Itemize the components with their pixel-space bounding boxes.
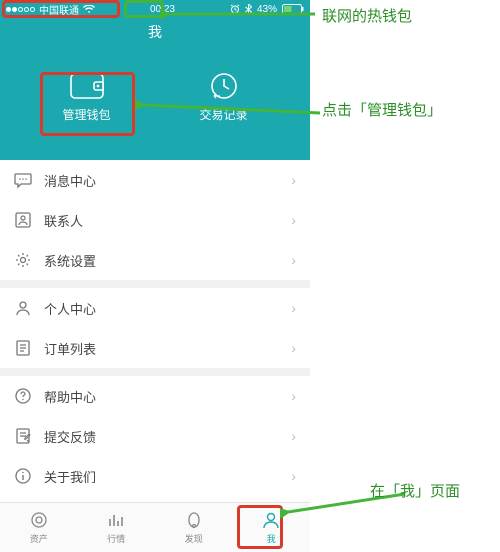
list-icon xyxy=(14,339,32,357)
tab-label: 发现 xyxy=(185,532,203,545)
tab-label: 我 xyxy=(267,532,276,545)
menu-label: 个人中心 xyxy=(44,299,96,318)
tab-assets[interactable]: 资产 xyxy=(0,503,78,552)
info-icon xyxy=(14,467,32,485)
tab-market[interactable]: 行情 xyxy=(78,503,156,552)
carrier-label: 中国联通 xyxy=(39,2,79,17)
annotation-hot-wallet: 联网的热钱包 xyxy=(322,5,412,26)
menu-item-settings[interactable]: 系统设置 › xyxy=(0,240,310,280)
status-time: 00:23 xyxy=(150,4,175,15)
tab-discover[interactable]: 发现 xyxy=(155,503,233,552)
menu-label: 提交反馈 xyxy=(44,427,96,446)
wallet-icon xyxy=(70,72,104,100)
separator xyxy=(0,368,310,376)
separator xyxy=(0,280,310,288)
chevron-right-icon: › xyxy=(291,340,296,356)
battery-icon xyxy=(282,4,304,14)
person-icon xyxy=(14,299,32,317)
alarm-icon xyxy=(230,4,240,14)
menu-label: 订单列表 xyxy=(44,339,96,358)
menu-item-feedback[interactable]: 提交反馈 › xyxy=(0,416,310,456)
chevron-right-icon: › xyxy=(291,212,296,228)
chevron-right-icon: › xyxy=(291,300,296,316)
annotation-me-page: 在「我」页面 xyxy=(370,480,460,501)
menu-item-orders[interactable]: 订单列表 › xyxy=(0,328,310,368)
menu-label: 帮助中心 xyxy=(44,387,96,406)
menu-label: 关于我们 xyxy=(44,467,96,486)
header: 中国联通 00:23 43% 我 管理钱包 xyxy=(0,0,310,160)
chevron-right-icon: › xyxy=(291,172,296,188)
feedback-icon xyxy=(14,427,32,445)
chevron-right-icon: › xyxy=(291,388,296,404)
menu-list: 消息中心 › 联系人 › 系统设置 › 个人中心 › 订单列表 › 帮 xyxy=(0,160,310,496)
menu-label: 消息中心 xyxy=(44,171,96,190)
transaction-history-button[interactable]: 交易记录 xyxy=(174,64,274,131)
chevron-right-icon: › xyxy=(291,428,296,444)
tab-label: 资产 xyxy=(30,532,48,545)
help-icon xyxy=(14,387,32,405)
market-icon xyxy=(106,510,126,530)
discover-icon xyxy=(184,510,204,530)
chevron-right-icon: › xyxy=(291,252,296,268)
annotation-click-manage: 点击「管理钱包」 xyxy=(322,100,442,123)
clock-icon xyxy=(207,72,241,100)
assets-icon xyxy=(29,510,49,530)
chevron-right-icon: › xyxy=(291,468,296,484)
status-bar: 中国联通 00:23 43% xyxy=(0,0,310,16)
contact-icon xyxy=(14,211,32,229)
battery-pct: 43% xyxy=(257,4,277,15)
tab-label: 行情 xyxy=(107,532,125,545)
signal-dots-icon xyxy=(6,7,35,12)
menu-item-about[interactable]: 关于我们 › xyxy=(0,456,310,496)
tab-me[interactable]: 我 xyxy=(233,503,311,552)
manage-wallet-button[interactable]: 管理钱包 xyxy=(37,64,137,131)
bluetooth-icon xyxy=(245,4,252,15)
menu-item-profile[interactable]: 个人中心 › xyxy=(0,288,310,328)
menu-item-messages[interactable]: 消息中心 › xyxy=(0,160,310,200)
gear-icon xyxy=(14,251,32,269)
transaction-history-label: 交易记录 xyxy=(199,106,247,123)
menu-label: 系统设置 xyxy=(44,251,96,270)
manage-wallet-label: 管理钱包 xyxy=(62,106,110,123)
chat-icon xyxy=(14,171,32,189)
page-title: 我 xyxy=(0,16,310,42)
menu-label: 联系人 xyxy=(44,211,83,230)
menu-item-help[interactable]: 帮助中心 › xyxy=(0,376,310,416)
tab-bar: 资产 行情 发现 我 xyxy=(0,502,310,552)
phone-frame: 中国联通 00:23 43% 我 管理钱包 xyxy=(0,0,310,552)
me-icon xyxy=(261,510,281,530)
wifi-icon xyxy=(83,5,95,14)
menu-item-contacts[interactable]: 联系人 › xyxy=(0,200,310,240)
